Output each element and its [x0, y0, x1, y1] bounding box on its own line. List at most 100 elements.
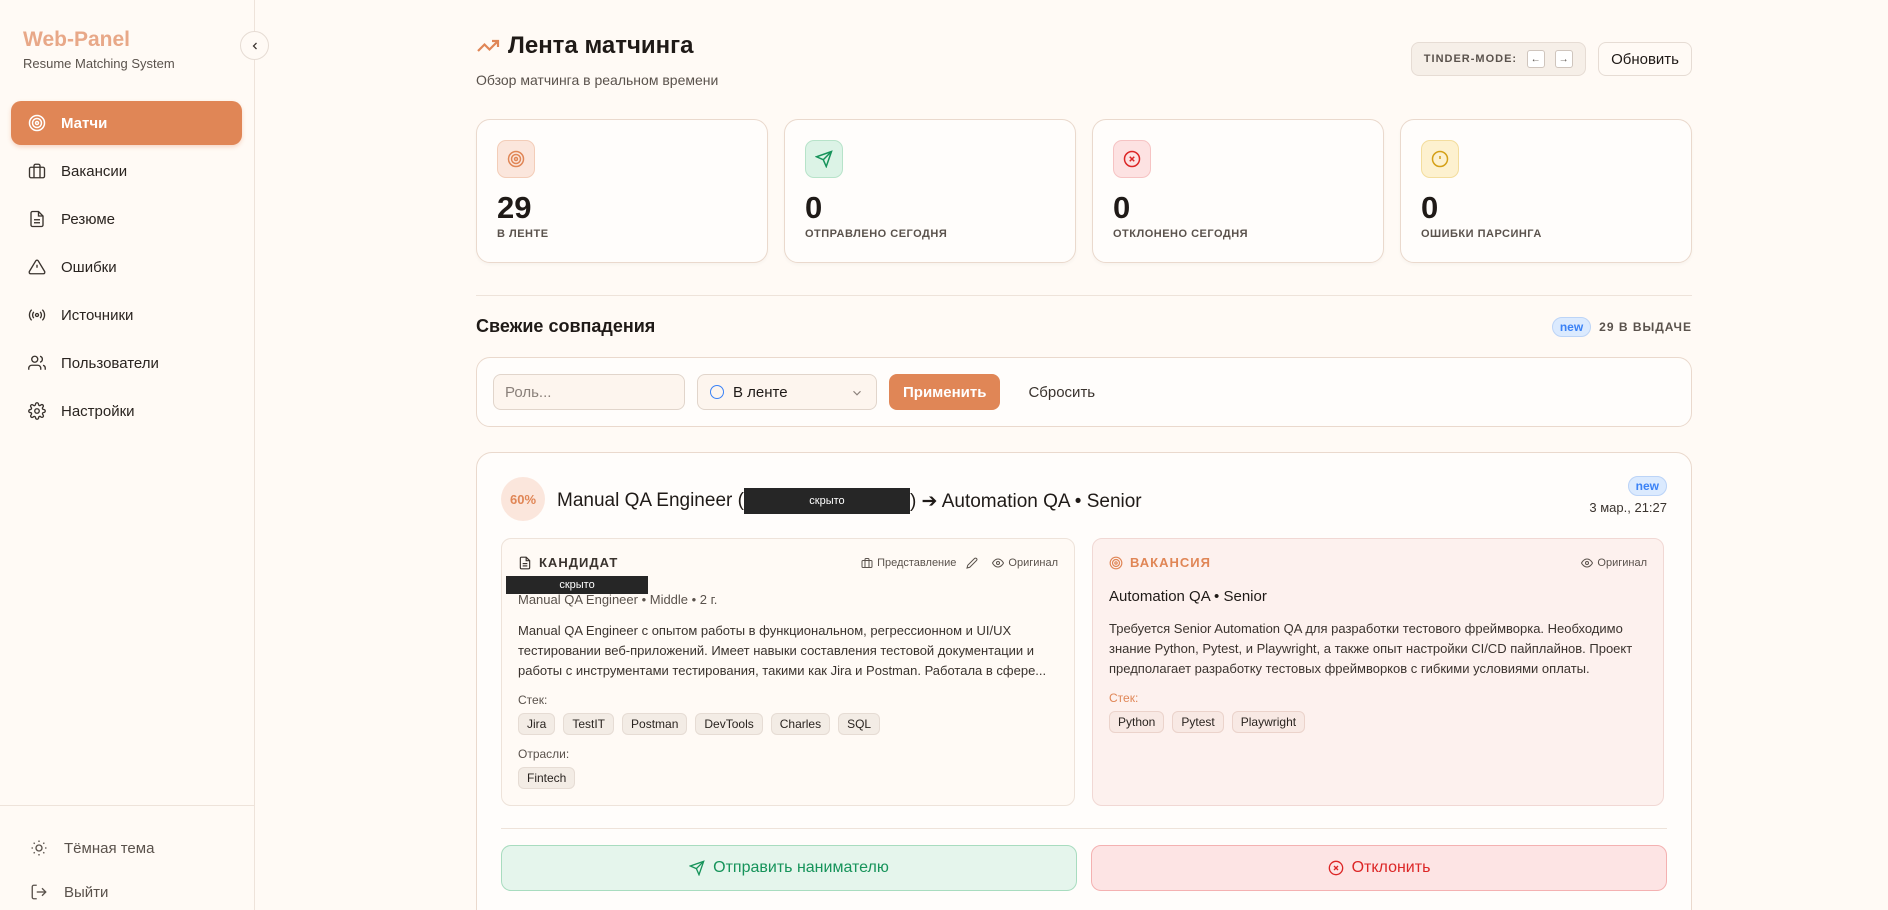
candidate-description: Manual QA Engineer с опытом работы в фун…: [518, 623, 1047, 678]
candidate-stack-label: Стек:: [518, 693, 548, 707]
new-badge: new: [1627, 476, 1667, 496]
candidate-meta-text: Manual QA Engineer • Middle • 2 г.: [518, 592, 718, 607]
reject-button[interactable]: Отклонить: [1091, 845, 1667, 891]
stat-card-rejected: 0 ОТКЛОНЕНО СЕГОДНЯ: [1092, 119, 1384, 263]
alert-circle-icon: [1421, 140, 1459, 178]
candidate-industry-tags: Fintech: [518, 767, 1058, 789]
vacancy-original-button[interactable]: Оригинал: [1581, 557, 1647, 569]
reject-label: Отклонить: [1351, 859, 1431, 876]
stat-value: 0: [1421, 190, 1439, 225]
stat-card-parse-errors: 0 ОШИБКИ ПАРСИНГА: [1400, 119, 1692, 263]
sidebar-nav: Матчи Вакансии Резюме Ошибки Источники П…: [11, 101, 242, 437]
section-header: Свежие совпадения new 29 В ВЫДАЧЕ: [476, 316, 1692, 337]
section-meta: new 29 В ВЫДАЧЕ: [1551, 316, 1692, 337]
stat-label: В ЛЕНТЕ: [497, 228, 549, 240]
theme-toggle-label: Тёмная тема: [64, 839, 155, 857]
key-left: ←: [1527, 50, 1546, 68]
vacancy-title: Automation QA • Senior: [1109, 588, 1267, 605]
target-icon: [497, 140, 535, 178]
stack-tag: DevTools: [695, 713, 763, 735]
filters-bar: В ленте Применить Сбросить: [476, 357, 1692, 427]
stats-row: 29 В ЛЕНТЕ 0 ОТПРАВЛЕНО СЕГОДНЯ 0 ОТКЛОН…: [476, 119, 1692, 263]
stat-value: 29: [497, 190, 532, 225]
sidebar-item-label: Ошибки: [61, 258, 117, 276]
warning-icon: [27, 257, 47, 277]
page-title: Лента матчинга: [508, 32, 694, 59]
candidate-original-button[interactable]: Оригинал: [992, 557, 1058, 569]
logout-icon: [30, 882, 50, 902]
match-title: Manual QA Engineer ( скрыто ) ➔ Automati…: [557, 488, 1142, 514]
sidebar-item-label: Источники: [61, 306, 134, 324]
stack-tag: Postman: [622, 713, 688, 735]
candidate-industries-label: Отрасли:: [518, 747, 570, 761]
sidebar-item-settings[interactable]: Настройки: [11, 389, 242, 433]
new-badge: new: [1551, 316, 1592, 337]
x-circle-icon: [1328, 860, 1343, 876]
sidebar-item-users[interactable]: Пользователи: [11, 341, 242, 385]
document-icon: [27, 209, 47, 229]
tinder-mode-label: TINDER-MODE:: [1423, 53, 1518, 65]
sidebar-item-resumes[interactable]: Резюме: [11, 197, 242, 241]
send-icon: [689, 860, 705, 876]
send-to-employer-button[interactable]: Отправить нанимателю: [501, 845, 1077, 891]
stack-tag: TestIT: [563, 713, 615, 735]
section-title: Свежие совпадения: [476, 316, 656, 336]
stack-tag: Pytest: [1172, 711, 1224, 733]
gear-icon: [27, 401, 47, 421]
eye-icon: [992, 557, 1005, 568]
candidate-heading: КАНДИДАТ: [539, 555, 619, 570]
status-select[interactable]: В ленте: [697, 374, 877, 410]
vacancy-description: Требуется Senior Automation QA для разра…: [1109, 621, 1633, 676]
stat-card-feed: 29 В ЛЕНТЕ: [476, 119, 768, 263]
match-date: 3 мар., 21:27: [1589, 500, 1667, 515]
results-count: 29 В ВЫДАЧЕ: [1599, 319, 1692, 334]
vacancy-original-label: Оригинал: [1597, 556, 1647, 569]
view-representation-button[interactable]: Представление: [861, 557, 956, 569]
chevron-down-icon: [853, 390, 861, 396]
theme-toggle[interactable]: Тёмная тема: [0, 826, 254, 870]
match-title-suffix: ) ➔ Automation QA • Senior: [909, 490, 1142, 512]
candidate-meta: скрыто Manual QA Engineer • Middle • 2 г…: [506, 576, 1058, 607]
match-meta: new 3 мар., 21:27: [1589, 476, 1667, 515]
x-circle-icon: [1113, 140, 1151, 178]
vacancy-heading-row: ВАКАНСИЯ: [1109, 555, 1211, 570]
vacancy-panel-header: ВАКАНСИЯ Оригинал: [1109, 555, 1647, 570]
stat-label: ОТПРАВЛЕНО СЕГОДНЯ: [805, 228, 948, 240]
send-icon: [805, 140, 843, 178]
role-input[interactable]: [493, 374, 685, 410]
vacancy-stack-label: Стек:: [1109, 691, 1139, 705]
sidebar-item-label: Пользователи: [61, 354, 159, 372]
reset-button[interactable]: Сбросить: [1028, 384, 1095, 401]
chevron-left-icon: [252, 42, 257, 49]
edit-button[interactable]: [966, 557, 982, 569]
candidate-stack-tags: Jira TestIT Postman DevTools Charles SQL: [518, 713, 1058, 735]
send-label: Отправить нанимателю: [713, 859, 889, 876]
target-icon: [1109, 556, 1123, 570]
refresh-button[interactable]: Обновить: [1598, 42, 1692, 76]
candidate-panel: КАНДИДАТ Представление Оригинал скрыто M…: [501, 538, 1075, 806]
apply-button[interactable]: Применить: [889, 374, 1001, 410]
status-select-value: В ленте: [733, 383, 788, 401]
logout-button[interactable]: Выйти: [0, 870, 254, 910]
stack-tag: Python: [1109, 711, 1165, 733]
sidebar-item-vacancies[interactable]: Вакансии: [11, 149, 242, 193]
app-name: Web-Panel: [23, 28, 130, 51]
target-icon: [27, 113, 47, 133]
pencil-icon: [966, 557, 978, 569]
divider: [476, 295, 1692, 296]
key-right: →: [1555, 50, 1574, 68]
sidebar-item-errors[interactable]: Ошибки: [11, 245, 242, 289]
logout-label: Выйти: [64, 883, 109, 901]
sidebar-item-label: Настройки: [61, 402, 135, 420]
vacancy-heading: ВАКАНСИЯ: [1130, 555, 1211, 570]
sidebar: Web-Panel Resume Matching System Матчи В…: [0, 0, 255, 910]
document-icon: [518, 556, 532, 570]
view-representation-label: Представление: [877, 556, 957, 569]
sidebar-item-label: Резюме: [61, 210, 115, 228]
collapse-sidebar-button[interactable]: [240, 31, 269, 60]
sidebar-footer: Тёмная тема Выйти: [0, 805, 254, 910]
sidebar-item-label: Вакансии: [61, 162, 128, 180]
sidebar-item-sources[interactable]: Источники: [11, 293, 242, 337]
brand: Web-Panel Resume Matching System: [23, 28, 175, 71]
sidebar-item-matches[interactable]: Матчи: [11, 101, 242, 145]
